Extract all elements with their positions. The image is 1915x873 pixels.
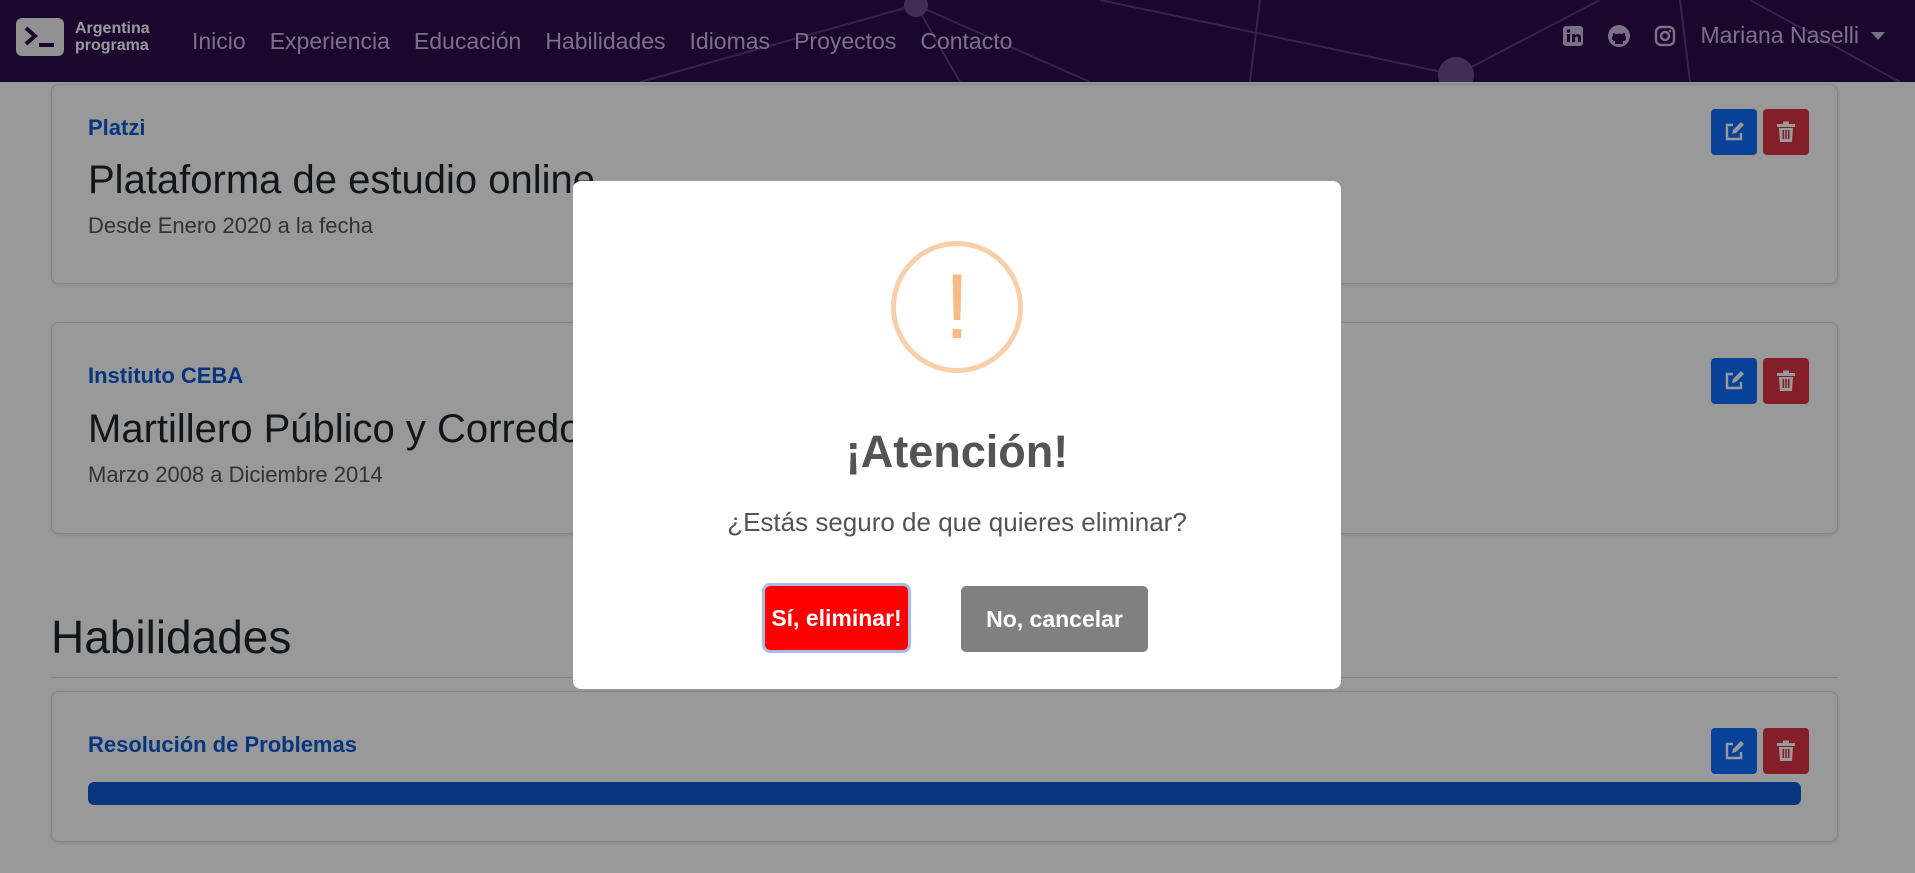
warning-mark: ! [944, 256, 970, 358]
dialog-title: ¡Atención! [845, 426, 1069, 477]
dialog-text: ¿Estás seguro de que quieres eliminar? [727, 507, 1187, 537]
confirm-delete-button[interactable]: Sí, eliminar! [765, 586, 908, 650]
warning-icon: ! [891, 241, 1023, 373]
cancel-button[interactable]: No, cancelar [961, 586, 1148, 652]
confirm-dialog: ! ¡Atención! ¿Estás seguro de que quiere… [573, 181, 1341, 689]
